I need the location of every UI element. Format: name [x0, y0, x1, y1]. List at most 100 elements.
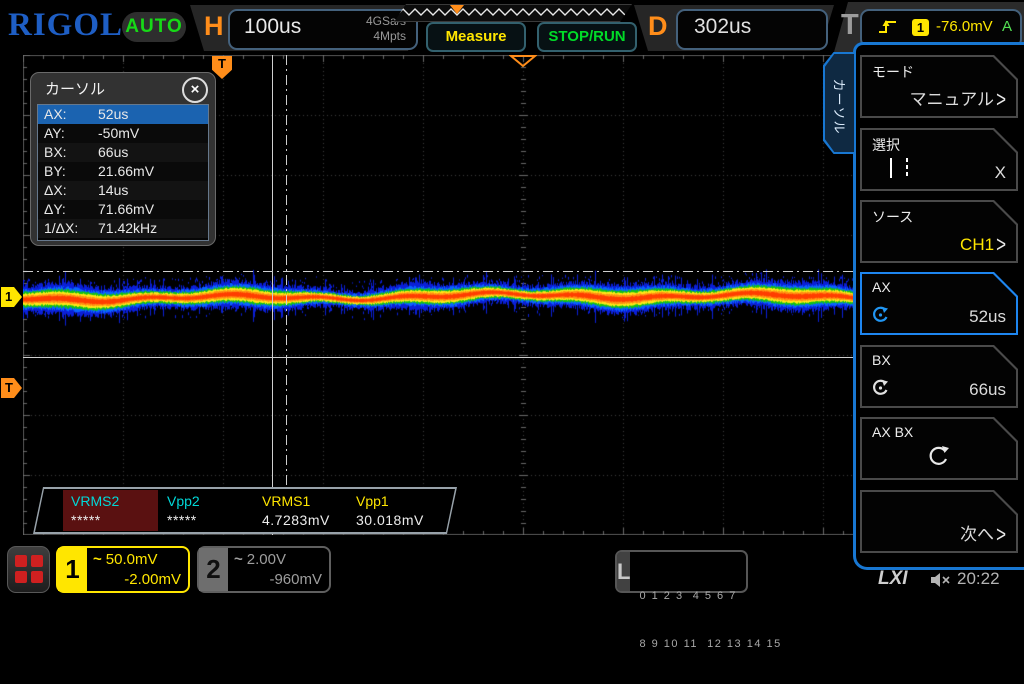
cursor-row-value: 52us	[98, 106, 128, 122]
cursor-row-label: BX:	[44, 144, 67, 160]
delay-value: 302us	[694, 15, 751, 39]
menu-item-bx[interactable]: BX 66us	[860, 345, 1018, 408]
channel2-values: ~2.00V -960mV	[228, 548, 329, 591]
cursor-row-value: -50mV	[98, 125, 139, 141]
menu-item-label: AX BX	[872, 424, 913, 440]
cursor-readout-panel: カーソル × AX: 52us AY: -50mV BX: 66us BY: 2…	[30, 72, 216, 246]
menu-item-ax[interactable]: AX 52us	[860, 272, 1018, 335]
cursor-row-by[interactable]: BY: 21.66mV	[38, 162, 208, 181]
timebase-box[interactable]: 100us 4GSa/s 4Mpts	[228, 9, 418, 50]
menu-item-body: 次へ>	[862, 492, 1016, 551]
cursor-ay-line[interactable]	[23, 357, 853, 358]
oscilloscope-screen: { "top_bar": { "logo": "RIGOL", "auto": …	[0, 0, 1024, 600]
measurement-value: 4.7283mV	[262, 512, 330, 528]
menu-item-mode[interactable]: モード マニュアル>	[860, 55, 1018, 118]
cursor-row-value: 71.42kHz	[98, 220, 157, 236]
cursor-row-value: 14us	[98, 182, 128, 198]
logic-channels-badge[interactable]: L 0 1 2 3 4 5 6 7 8 9 10 11 12 13 14 15	[615, 550, 748, 593]
measurement-label: VRMS1	[262, 493, 310, 509]
measurement-panel-body: VRMS2 ***** Vpp2 ***** VRMS1 4.7283mV Vp…	[35, 489, 455, 532]
memory-trigger-marker	[450, 5, 464, 14]
cursor-row-ay[interactable]: AY: -50mV	[38, 124, 208, 143]
channel1-offset: -2.00mV	[93, 570, 181, 590]
menu-item-ax-bx[interactable]: AX BX	[860, 417, 1018, 480]
cursor-bx-line[interactable]	[286, 55, 287, 535]
menu-item-body: AX BX	[862, 419, 1016, 478]
cursor-readout-list: AX: 52us AY: -50mV BX: 66us BY: 21.66mV …	[37, 104, 209, 241]
memory-depth: 4Mpts	[366, 29, 406, 44]
stop-run-button[interactable]: STOP/RUN	[537, 22, 637, 52]
menu-item-value: マニュアル>	[910, 85, 1006, 110]
cursor-row-value: 21.66mV	[98, 163, 154, 179]
horizontal-label: H	[204, 11, 224, 42]
cursor-row-label: ΔY:	[44, 201, 66, 217]
cursor-row-dx[interactable]: ΔX: 14us	[38, 181, 208, 200]
measurement-value: 30.018mV	[356, 512, 424, 528]
logic-channel-numbers: 0 1 2 3 4 5 6 7 8 9 10 11 12 13 14 15	[630, 552, 781, 591]
channel1-badge[interactable]: 1 ~50.0mV -2.00mV	[56, 546, 190, 593]
measurement-vrms1[interactable]: VRMS1 4.7283mV	[254, 490, 349, 531]
measurement-label: Vpp1	[356, 493, 389, 509]
channel1-number: 1	[58, 548, 87, 591]
red-square-icon	[15, 555, 27, 567]
channel2-badge[interactable]: 2 ~2.00V -960mV	[197, 546, 331, 593]
menu-item-label: BX	[872, 352, 891, 368]
measurement-value: *****	[167, 512, 197, 528]
ac-coupling-icon: ~	[93, 551, 102, 568]
cursor-row-bx[interactable]: BX: 66us	[38, 143, 208, 162]
measurement-value: *****	[71, 512, 101, 528]
memory-position-strip	[394, 4, 632, 22]
cursor-row-ax[interactable]: AX: 52us	[38, 105, 208, 124]
trigger-source-badge: 1	[912, 19, 929, 36]
logic-label: L	[617, 552, 630, 591]
cursor-row-label: BY:	[44, 163, 66, 179]
menu-item-select[interactable]: 選択 X	[860, 128, 1018, 191]
measurement-label: Vpp2	[167, 493, 200, 509]
channel-grid-button[interactable]	[7, 546, 50, 593]
cursor-row-label: ΔX:	[44, 182, 67, 198]
channel1-position-marker[interactable]: 1	[1, 287, 22, 307]
measure-button[interactable]: Measure	[426, 22, 526, 52]
rotate-icon	[926, 443, 952, 469]
menu-item-label: AX	[872, 279, 891, 295]
cursor-menu-tab-label: カーソル	[831, 57, 850, 157]
menu-item-body: BX 66us	[862, 347, 1016, 406]
menu-item-label: ソース	[872, 207, 913, 227]
menu-item-value: CH1>	[960, 235, 1006, 255]
cursor-row-label: AX:	[44, 106, 67, 122]
timebase-value: 100us	[244, 15, 301, 39]
logic-row2: 8 9 10 11 12 13 14 15	[639, 636, 781, 652]
waveform-zigzag-icon	[395, 5, 629, 21]
chevron-right-icon: >	[996, 232, 1006, 259]
delay-box[interactable]: 302us	[676, 9, 828, 50]
channel1-values: ~50.0mV -2.00mV	[87, 548, 188, 591]
menu-item-next-page[interactable]: 次へ>	[860, 490, 1018, 553]
measurement-vpp1[interactable]: Vpp1 30.018mV	[348, 490, 443, 531]
knob-icon	[871, 305, 890, 324]
menu-item-source[interactable]: ソース CH1>	[860, 200, 1018, 263]
speaker-muted-icon	[930, 572, 952, 588]
measurement-vpp2[interactable]: Vpp2 *****	[159, 490, 254, 531]
trigger-level-marker[interactable]: T	[1, 378, 22, 398]
menu-value-text: 次へ	[960, 525, 994, 544]
menu-item-body: 選択 X	[862, 130, 1016, 189]
channel2-scale: ~2.00V	[234, 550, 322, 570]
menu-item-value: 66us	[969, 380, 1006, 400]
cursor-ax-line[interactable]	[272, 55, 273, 535]
cursor-row-dy[interactable]: ΔY: 71.66mV	[38, 200, 208, 219]
menu-item-body: AX 52us	[862, 274, 1016, 333]
measurement-vrms2[interactable]: VRMS2 *****	[63, 490, 158, 531]
cursor-menu-tab[interactable]: カーソル	[823, 52, 856, 154]
ac-coupling-icon: ~	[234, 551, 243, 568]
cursor-by-line[interactable]	[23, 271, 853, 272]
delay-reference-marker[interactable]	[509, 55, 537, 68]
chevron-right-icon: >	[996, 522, 1006, 549]
close-icon[interactable]: ×	[182, 77, 208, 103]
acquire-mode-badge: AUTO	[122, 12, 186, 42]
cursor-menu-tab-body: カーソル	[825, 54, 854, 152]
cursor-row-inv-dx[interactable]: 1/ΔX: 71.42kHz	[38, 219, 208, 238]
rising-edge-icon	[878, 18, 898, 36]
cursor-row-label: AY:	[44, 125, 65, 141]
measurement-panel: VRMS2 ***** Vpp2 ***** VRMS1 4.7283mV Vp…	[33, 487, 457, 534]
knob-icon	[871, 378, 890, 397]
